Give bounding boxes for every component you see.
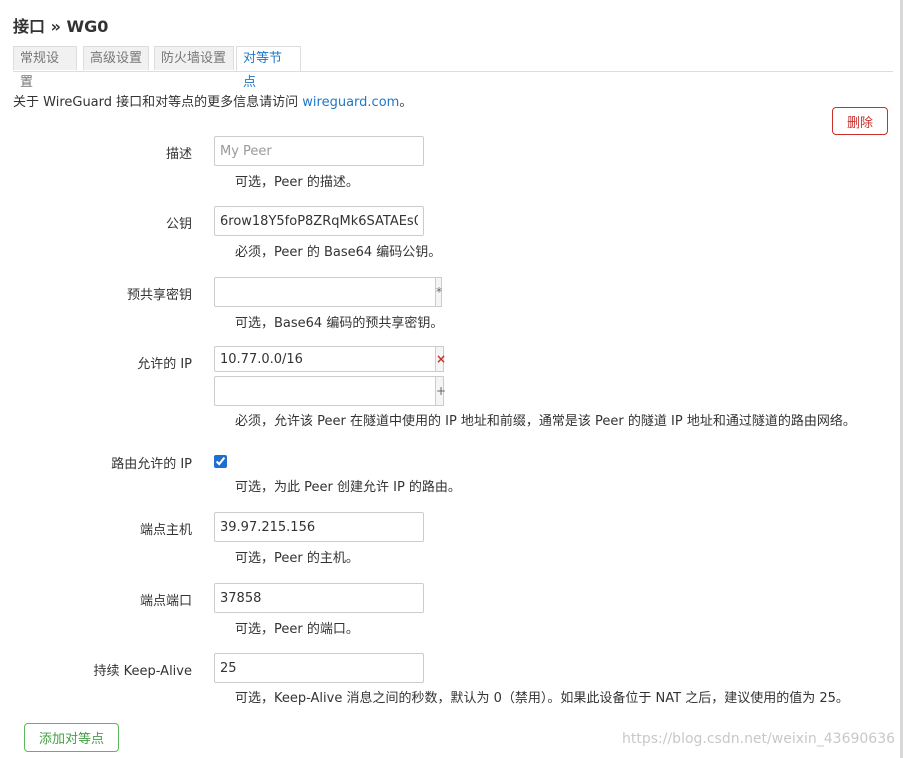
- reveal-password-icon[interactable]: *: [436, 277, 442, 307]
- keepalive-hint: 可选，Keep-Alive 消息之间的秒数，默认为 0（禁用）。如果此设备位于 …: [235, 691, 849, 706]
- public-key-hint: 必须，Peer 的 Base64 编码公钥。: [235, 245, 442, 260]
- description-label: 描述: [165, 147, 192, 162]
- tab-general-settings[interactable]: 常规设置: [13, 46, 77, 90]
- route-allowed-ips-checkbox[interactable]: [214, 455, 227, 468]
- tab-peers[interactable]: 对等节点: [236, 46, 301, 90]
- keepalive-label: 持续 Keep-Alive: [93, 664, 192, 679]
- endpoint-port-label: 端点端口: [139, 594, 192, 609]
- public-key-input[interactable]: [214, 206, 424, 236]
- route-allowed-ips-hint: 可选，为此 Peer 创建允许 IP 的路由。: [235, 480, 461, 495]
- delete-button[interactable]: 删除: [832, 107, 888, 135]
- wireguard-link[interactable]: wireguard.com: [302, 95, 399, 110]
- info-suffix: 。: [399, 95, 413, 110]
- allowed-ip-input[interactable]: [214, 346, 436, 372]
- info-prefix: 关于 WireGuard 接口和对等点的更多信息请访问: [13, 95, 303, 110]
- keepalive-input[interactable]: [214, 653, 424, 683]
- endpoint-host-label: 端点主机: [139, 523, 192, 538]
- preshared-key-label: 预共享密钥: [126, 288, 192, 303]
- preshared-key-input[interactable]: [214, 277, 436, 307]
- allowed-ip-new-input[interactable]: [214, 376, 436, 406]
- add-ip-icon[interactable]: +: [436, 376, 446, 406]
- allowed-ips-label: 允许的 IP: [137, 357, 192, 372]
- preshared-key-hint: 可选，Base64 编码的预共享密钥。: [235, 316, 444, 331]
- description-hint: 可选，Peer 的描述。: [235, 175, 359, 190]
- remove-ip-icon[interactable]: ×: [436, 346, 446, 372]
- tab-bar: 常规设置 高级设置 防火墙设置 对等节点: [13, 46, 893, 90]
- tab-firewall-settings[interactable]: 防火墙设置: [154, 46, 234, 70]
- add-peer-button[interactable]: 添加对等点: [24, 723, 119, 752]
- allowed-ips-hint: 必须，允许该 Peer 在隧道中使用的 IP 地址和前缀，通常是该 Peer 的…: [235, 414, 856, 429]
- tab-advanced-settings[interactable]: 高级设置: [83, 46, 149, 70]
- endpoint-port-hint: 可选，Peer 的端口。: [235, 622, 359, 637]
- endpoint-host-input[interactable]: [214, 512, 424, 542]
- page-title: 接口 » WG0: [13, 17, 109, 36]
- info-text: 关于 WireGuard 接口和对等点的更多信息请访问 wireguard.co…: [13, 91, 412, 110]
- public-key-label: 公钥: [165, 217, 192, 232]
- description-input[interactable]: [214, 136, 424, 166]
- route-allowed-ips-label: 路由允许的 IP: [111, 457, 192, 472]
- endpoint-port-input[interactable]: [214, 583, 424, 613]
- endpoint-host-hint: 可选，Peer 的主机。: [235, 551, 359, 566]
- watermark: https://blog.csdn.net/weixin_43690636: [622, 731, 896, 747]
